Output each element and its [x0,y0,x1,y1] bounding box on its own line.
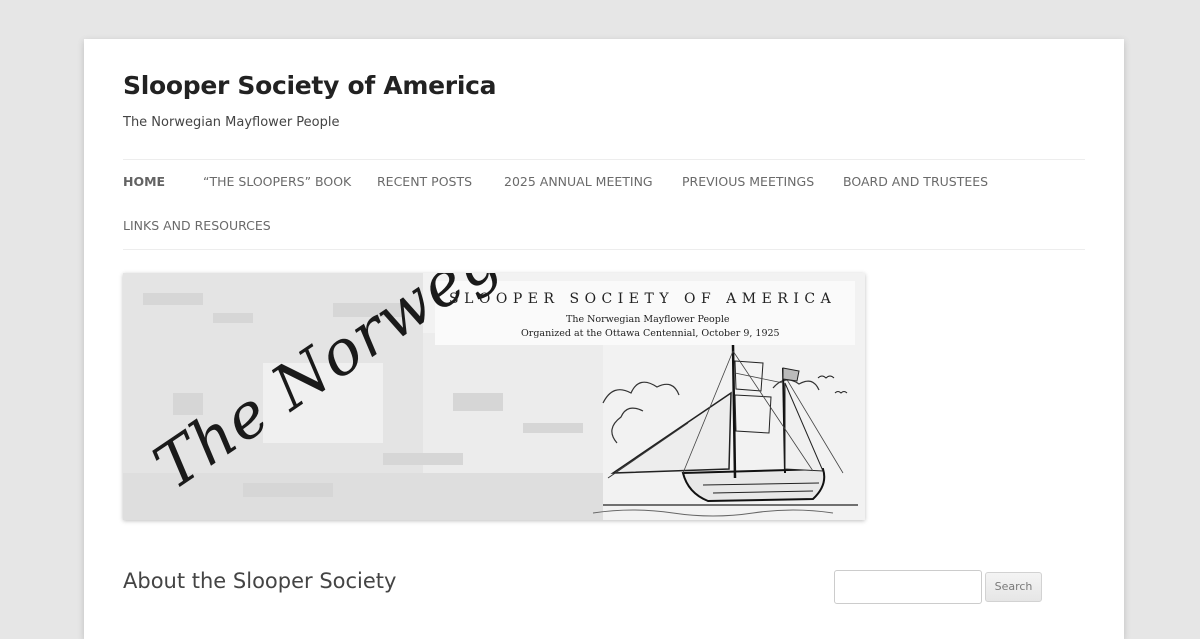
site-description: The Norwegian Mayflower People [123,115,340,130]
header-banner-image: The Norwegian SLOOPER SOCIETY OF AMERICA… [123,273,865,520]
banner-subtitle: The Norwegian Mayflower People [566,314,730,325]
nav-item-home[interactable]: HOME [123,174,165,189]
banner-title: SLOOPER SOCIETY OF AMERICA [449,291,837,307]
nav-item-sloopers-book[interactable]: “THE SLOOPERS” BOOK [203,174,351,189]
main-navigation: HOME “THE SLOOPERS” BOOK RECENT POSTS 20… [123,159,1085,250]
nav-item-recent-posts[interactable]: RECENT POSTS [377,174,472,189]
banner-organized-text: Organized at the Ottawa Centennial, Octo… [521,328,780,339]
nav-item-links-resources[interactable]: LINKS AND RESOURCES [123,218,271,233]
page-container: Slooper Society of America The Norwegian… [84,39,1124,639]
search-button[interactable]: Search [985,572,1042,602]
nav-item-annual-meeting[interactable]: 2025 ANNUAL MEETING [504,174,653,189]
page-heading: About the Slooper Society [123,569,397,593]
nav-item-board-trustees[interactable]: BOARD AND TRUSTEES [843,174,988,189]
site-title[interactable]: Slooper Society of America [123,71,496,100]
search-input[interactable] [834,570,982,604]
nav-item-previous-meetings[interactable]: PREVIOUS MEETINGS [682,174,814,189]
